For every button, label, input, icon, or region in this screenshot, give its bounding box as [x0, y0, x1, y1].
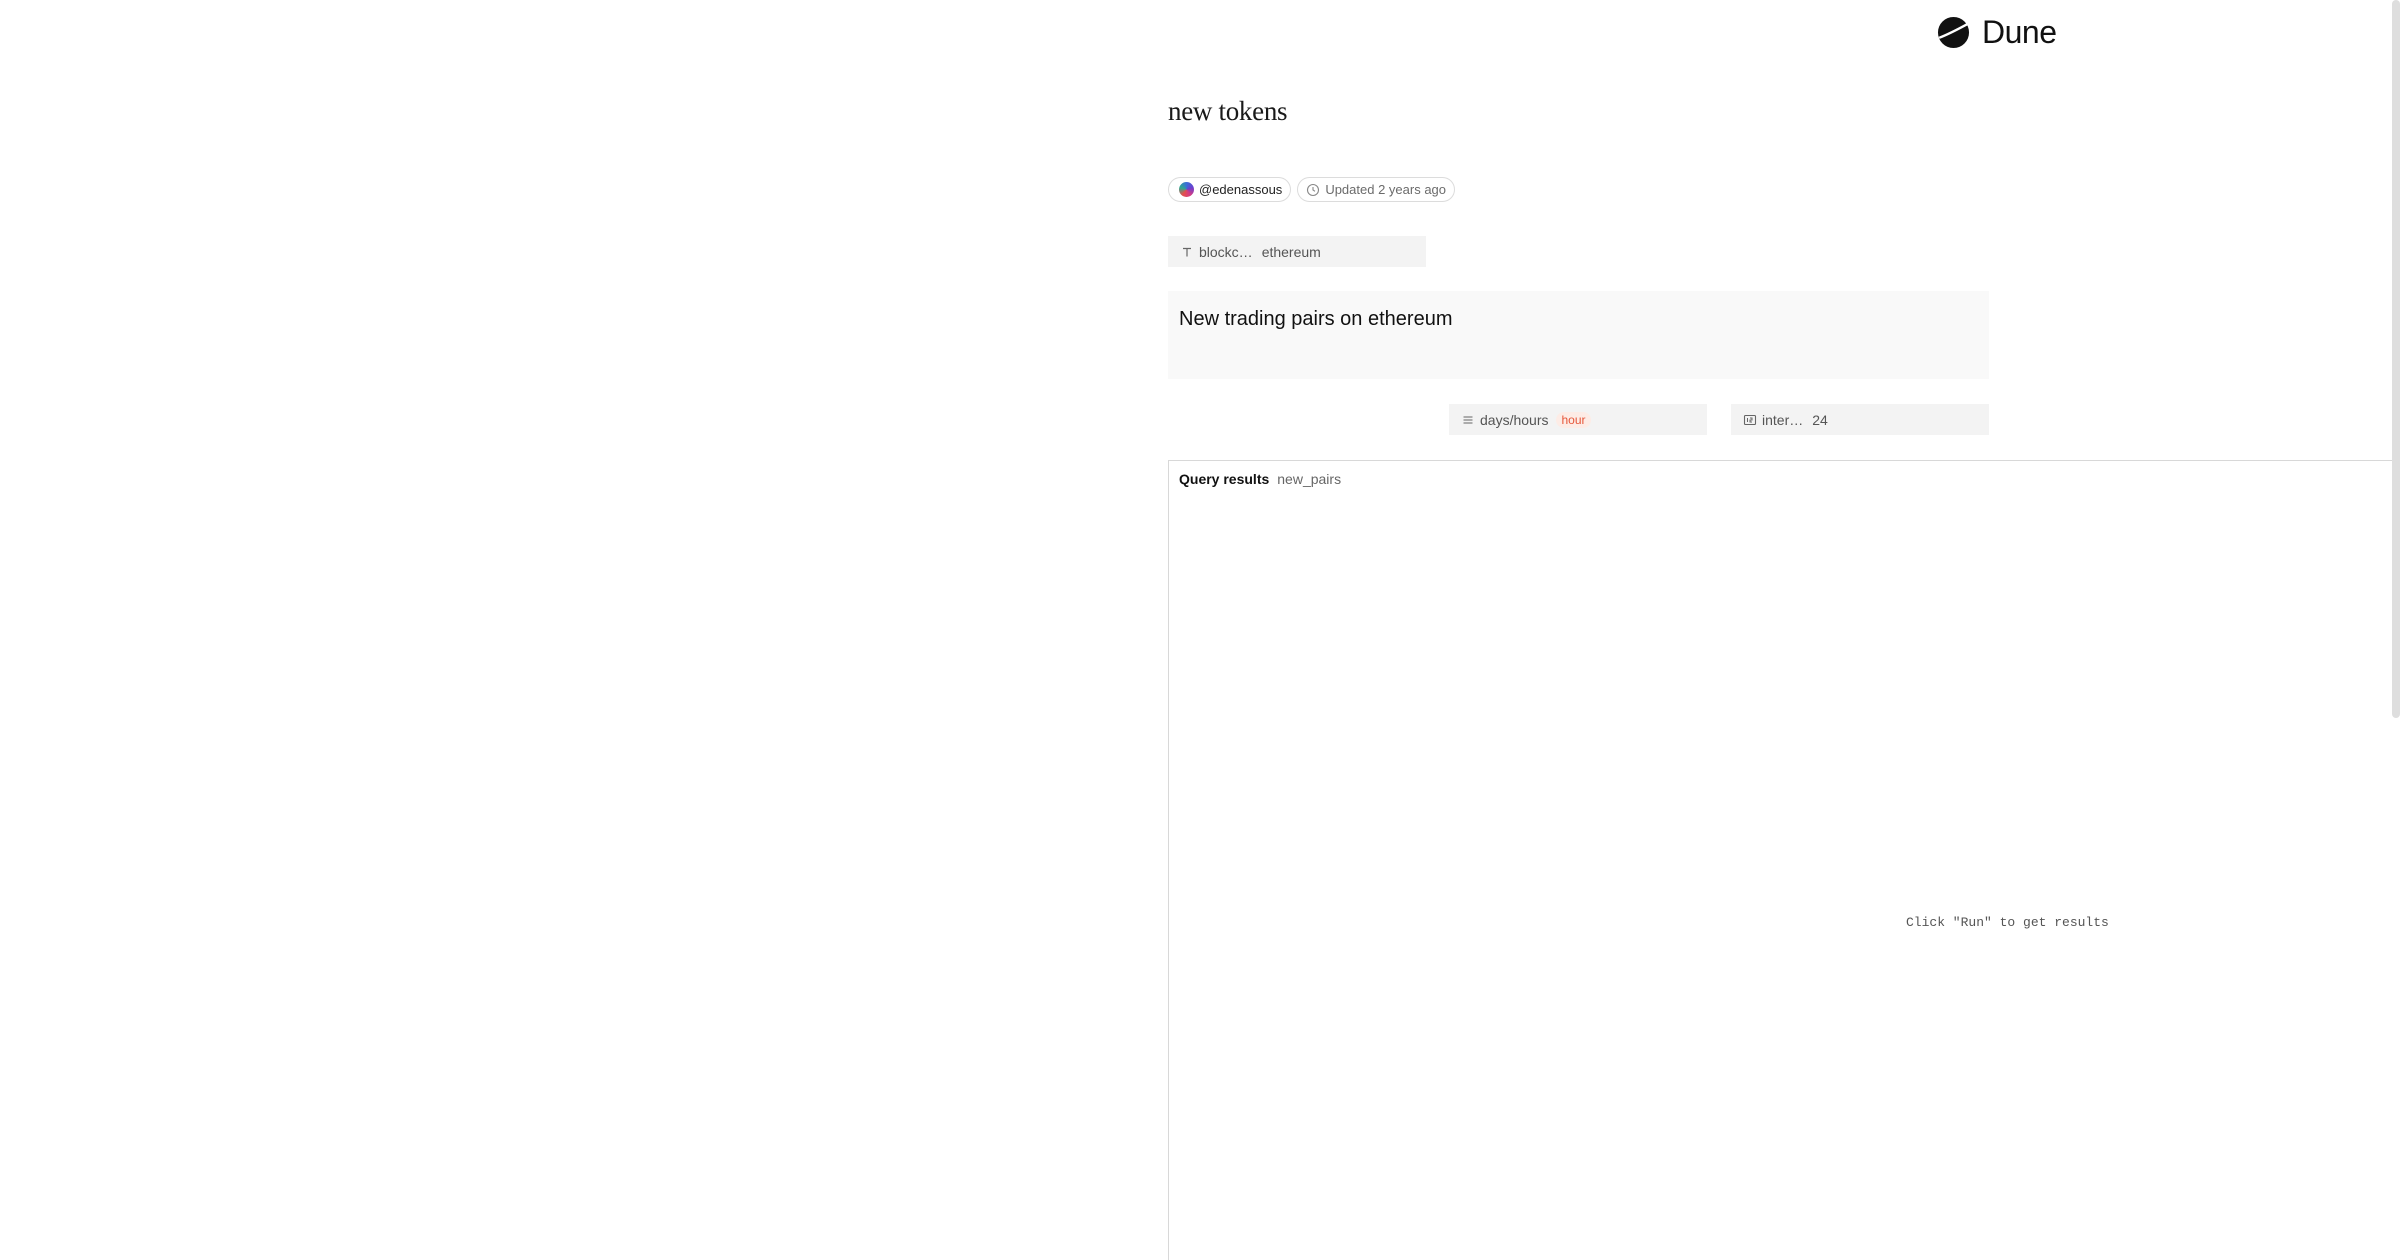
page: Dune new tokens @edenassous Updated 2 ye… — [0, 0, 2400, 1260]
text-widget-heading: New trading pairs on ethereum — [1179, 308, 1453, 330]
param-blockchain-label: blockc… — [1199, 243, 1253, 260]
param-interval-value: 24 — [1812, 411, 1828, 428]
results-empty-message: Click "Run" to get results — [1906, 915, 2109, 930]
dashboard-meta: @edenassous Updated 2 years ago — [1168, 177, 1456, 202]
avatar — [1179, 182, 1194, 197]
param-interval[interactable]: inter… 24 — [1731, 404, 1989, 435]
param-blockchain-value: ethereum — [1261, 243, 1321, 260]
text-widget: New trading pairs on ethereum — [1168, 291, 1989, 379]
dune-logo-icon — [1937, 16, 1970, 48]
param-blockchain[interactable]: blockc… ethereum — [1168, 236, 1426, 267]
results-label: Query results — [1179, 471, 1270, 487]
results-query-name[interactable]: new_pairs — [1277, 471, 1341, 487]
author-name: @edenassous — [1199, 182, 1283, 197]
param-days-hours-value: hour — [1556, 411, 1591, 428]
param-days-hours[interactable]: days/hours hour — [1449, 404, 1707, 435]
author-chip[interactable]: @edenassous — [1168, 177, 1292, 202]
scrollbar-thumb[interactable] — [2392, 0, 2400, 718]
query-results-panel: Query results new_pairs Click "Run" to g… — [1168, 460, 2400, 1260]
results-header: Query results new_pairs — [1179, 471, 1341, 487]
param-days-hours-label: days/hours — [1480, 411, 1549, 428]
page-scrollbar[interactable] — [2390, 0, 2400, 1260]
dune-brand-link[interactable]: Dune — [1937, 14, 2057, 50]
param-interval-label: inter… — [1762, 411, 1804, 428]
brand-name: Dune — [1982, 13, 2057, 50]
clock-icon — [1307, 183, 1320, 196]
updated-chip: Updated 2 years ago — [1297, 177, 1456, 202]
updated-text: Updated 2 years ago — [1325, 182, 1447, 197]
list-type-icon — [1463, 415, 1473, 424]
text-type-icon — [1183, 247, 1191, 256]
dashboard-title: new tokens — [1168, 96, 1288, 126]
number-type-icon — [1743, 414, 1757, 425]
